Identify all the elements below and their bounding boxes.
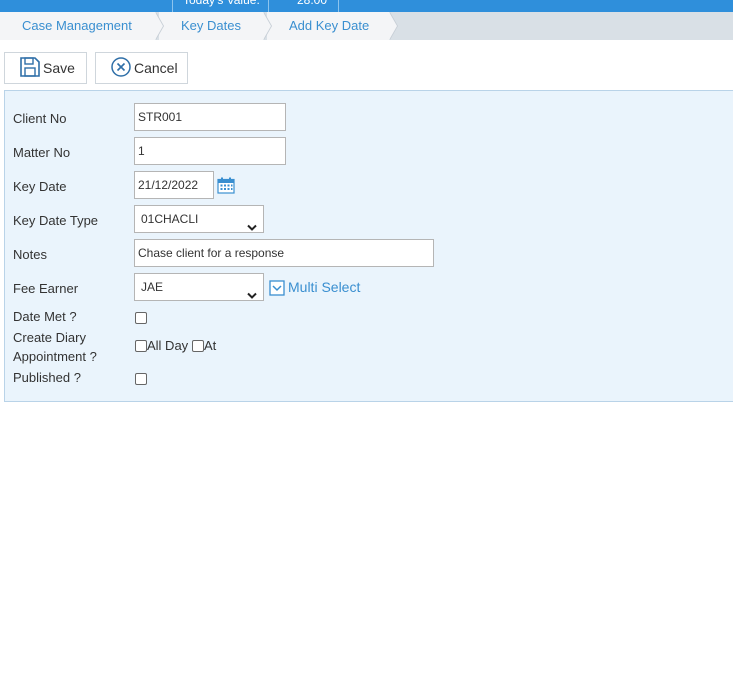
calendar-icon[interactable] (217, 177, 235, 199)
top-bar-separator (172, 0, 173, 12)
matter-no-label: Matter No (13, 145, 71, 160)
todays-value: 28.00 (297, 0, 328, 7)
chevron-down-icon (247, 215, 257, 241)
todays-value-label: Today's Value: (183, 0, 260, 7)
fee-earner-select[interactable]: JAE (134, 273, 264, 301)
notes-field[interactable]: Chase client for a response (134, 239, 434, 267)
top-bar-separator (338, 0, 339, 12)
all-day-label: All Day (147, 338, 189, 353)
breadcrumb-label: Case Management (22, 18, 132, 33)
key-date-type-label: Key Date Type (13, 213, 99, 228)
floppy-disk-icon (19, 56, 43, 81)
breadcrumb: Case Management Key Dates Add Key Date (0, 12, 733, 40)
checkbox-dropdown-icon[interactable] (269, 280, 285, 301)
breadcrumb-label: Key Dates (181, 18, 241, 33)
top-bar-separator (268, 0, 269, 12)
breadcrumb-case-management[interactable]: Case Management (0, 12, 155, 40)
key-date-type-value: 01CHACLI (141, 212, 199, 226)
top-info-bar: Today's Value: 28.00 (0, 0, 733, 12)
at-checkbox[interactable] (192, 340, 204, 352)
published-label: Published ? (13, 370, 81, 385)
cancel-label: Cancel (134, 60, 178, 76)
breadcrumb-separator (263, 12, 271, 40)
client-no-field[interactable]: STR001 (134, 103, 286, 131)
at-label: At (204, 338, 217, 353)
breadcrumb-label: Add Key Date (289, 18, 370, 33)
breadcrumb-separator (389, 12, 397, 40)
create-diary-label: Create Diary (13, 330, 86, 345)
breadcrumb-separator (155, 12, 163, 40)
cancel-button[interactable]: Cancel (95, 52, 188, 84)
breadcrumb-key-dates[interactable]: Key Dates (159, 12, 263, 40)
date-met-checkbox[interactable] (135, 312, 147, 324)
date-met-label: Date Met ? (13, 309, 77, 324)
fee-earner-label: Fee Earner (13, 281, 79, 296)
create-diary-label-line2: Appointment ? (13, 349, 97, 364)
circle-x-icon (110, 56, 134, 81)
published-checkbox[interactable] (135, 373, 147, 385)
key-date-form: Client No STR001 Matter No 1 Key Date 21… (4, 90, 733, 402)
key-date-label: Key Date (13, 179, 67, 194)
key-date-field[interactable]: 21/12/2022 (134, 171, 214, 199)
notes-label: Notes (13, 247, 47, 262)
save-label: Save (43, 60, 75, 76)
all-day-checkbox[interactable] (135, 340, 147, 352)
chevron-down-icon (247, 283, 257, 309)
matter-no-field[interactable]: 1 (134, 137, 286, 165)
key-date-type-select[interactable]: 01CHACLI (134, 205, 264, 233)
client-no-label: Client No (13, 111, 67, 126)
fee-earner-value: JAE (141, 280, 164, 294)
multi-select-link[interactable]: Multi Select (288, 278, 360, 296)
breadcrumb-add-key-date[interactable]: Add Key Date (267, 12, 389, 40)
save-button[interactable]: Save (4, 52, 87, 84)
